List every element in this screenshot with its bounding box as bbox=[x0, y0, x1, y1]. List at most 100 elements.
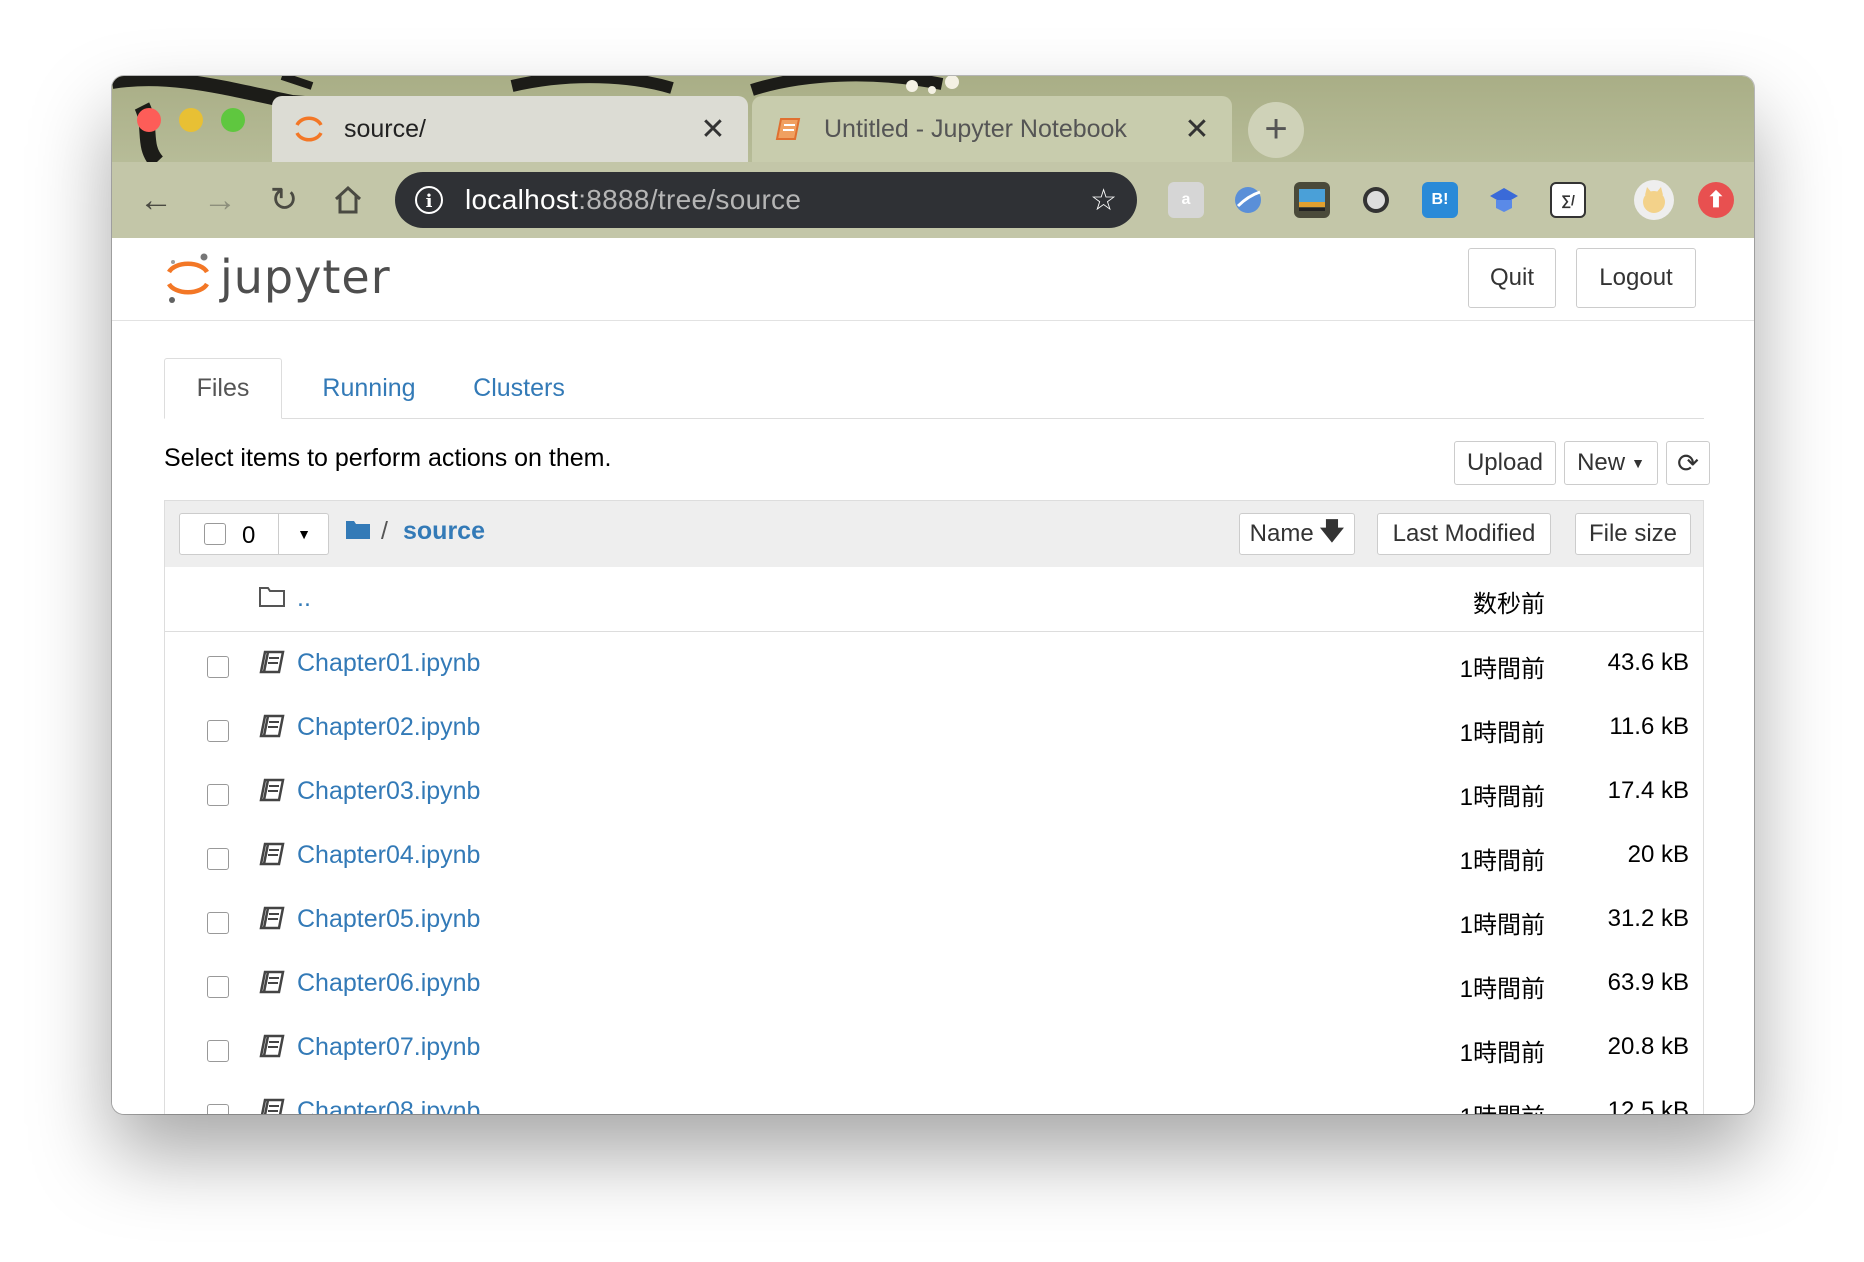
close-tab-icon[interactable]: ✕ bbox=[698, 112, 728, 147]
last-modified: 1時間前 bbox=[1459, 912, 1545, 939]
file-name-link[interactable]: Chapter04.ipynb bbox=[297, 841, 480, 870]
list-item[interactable]: Chapter02.ipynb 1時間前 11.6 kB bbox=[165, 696, 1703, 761]
tab-clusters[interactable]: Clusters bbox=[464, 358, 574, 418]
file-name-link[interactable]: Chapter07.ipynb bbox=[297, 1033, 480, 1062]
tab-bar: source/ ✕ Untitled - Jupyter Notebook ✕ … bbox=[112, 76, 1754, 162]
caret-down-icon: ▼ bbox=[1631, 455, 1645, 471]
list-item[interactable]: Chapter04.ipynb 1時間前 20 kB bbox=[165, 824, 1703, 889]
select-all-checkbox[interactable] bbox=[204, 523, 226, 545]
file-size: 17.4 kB bbox=[1607, 777, 1689, 804]
forward-icon[interactable]: → bbox=[200, 180, 240, 220]
list-item[interactable]: Chapter01.ipynb 1時間前 43.6 kB bbox=[165, 632, 1703, 697]
file-size: 12.5 kB bbox=[1607, 1097, 1689, 1114]
logout-button[interactable]: Logout bbox=[1576, 248, 1696, 308]
notebook-icon bbox=[259, 714, 285, 740]
extension-a-icon[interactable]: a bbox=[1168, 182, 1204, 218]
file-name-link[interactable]: Chapter01.ipynb bbox=[297, 649, 480, 678]
list-item[interactable]: Chapter03.ipynb 1時間前 17.4 kB bbox=[165, 760, 1703, 825]
close-window-button[interactable] bbox=[137, 108, 161, 132]
extension-picture-icon[interactable] bbox=[1294, 182, 1330, 218]
file-name-link[interactable]: Chapter03.ipynb bbox=[297, 777, 480, 806]
arrow-down-icon: 🡇 bbox=[1319, 517, 1345, 545]
folder-icon[interactable] bbox=[345, 518, 371, 545]
extension-globe-icon[interactable] bbox=[1230, 182, 1266, 218]
last-modified: 1時間前 bbox=[1459, 976, 1545, 1003]
notebook-icon bbox=[259, 906, 285, 932]
file-size: 11.6 kB bbox=[1609, 713, 1689, 740]
extension-sigma-icon[interactable]: ∑/ bbox=[1550, 182, 1586, 218]
home-icon[interactable] bbox=[328, 180, 368, 220]
last-modified: 1時間前 bbox=[1459, 720, 1545, 747]
minimize-window-button[interactable] bbox=[179, 108, 203, 132]
item-checkbox[interactable] bbox=[207, 1104, 229, 1114]
bookmark-star-icon[interactable]: ☆ bbox=[1090, 183, 1117, 218]
url-text[interactable]: localhost:8888/tree/source bbox=[465, 184, 1090, 216]
quit-button[interactable]: Quit bbox=[1468, 248, 1556, 308]
item-checkbox[interactable] bbox=[207, 784, 229, 806]
select-all-group[interactable]: 0 ▼ bbox=[179, 513, 329, 555]
jupyter-header: jupyter Quit Logout bbox=[112, 238, 1754, 321]
upload-button[interactable]: Upload bbox=[1454, 441, 1556, 485]
extension-hatena-icon[interactable]: B! bbox=[1422, 182, 1458, 218]
notebook-favicon-icon bbox=[772, 112, 806, 146]
refresh-icon: ⟳ bbox=[1677, 447, 1699, 478]
list-item[interactable]: Chapter07.ipynb 1時間前 20.8 kB bbox=[165, 1016, 1703, 1081]
file-name-link[interactable]: Chapter08.ipynb bbox=[297, 1097, 480, 1114]
item-checkbox[interactable] bbox=[207, 656, 229, 678]
sort-file-size-button[interactable]: File size bbox=[1575, 513, 1691, 555]
file-size: 63.9 kB bbox=[1607, 969, 1689, 996]
new-tab-button[interactable]: + bbox=[1248, 102, 1304, 158]
notebook-icon bbox=[259, 1034, 285, 1060]
site-info-icon[interactable]: i bbox=[415, 186, 443, 214]
list-item-parent[interactable]: .. 数秒前 bbox=[165, 567, 1703, 632]
address-bar[interactable]: i localhost:8888/tree/source ☆ bbox=[395, 172, 1137, 228]
item-checkbox[interactable] bbox=[207, 912, 229, 934]
notebook-icon bbox=[259, 970, 285, 996]
last-modified: 1時間前 bbox=[1459, 848, 1545, 875]
close-tab-icon[interactable]: ✕ bbox=[1182, 112, 1212, 147]
refresh-button[interactable]: ⟳ bbox=[1666, 441, 1710, 485]
list-item[interactable]: Chapter05.ipynb 1時間前 31.2 kB bbox=[165, 888, 1703, 953]
item-checkbox[interactable] bbox=[207, 848, 229, 870]
reload-icon[interactable]: ↻ bbox=[264, 180, 304, 220]
browser-window: source/ ✕ Untitled - Jupyter Notebook ✕ … bbox=[112, 76, 1754, 1114]
sort-name-label: Name bbox=[1249, 520, 1314, 547]
tab-running[interactable]: Running bbox=[314, 358, 424, 418]
tab-files[interactable]: Files bbox=[164, 358, 282, 419]
last-modified: 1時間前 bbox=[1460, 1097, 1545, 1114]
sort-last-modified-button[interactable]: Last Modified bbox=[1377, 513, 1551, 555]
select-items-message: Select items to perform actions on them. bbox=[164, 444, 612, 472]
last-modified: 1時間前 bbox=[1459, 656, 1545, 683]
select-dropdown-icon[interactable]: ▼ bbox=[278, 514, 329, 554]
list-item[interactable]: Chapter06.ipynb 1時間前 63.9 kB bbox=[165, 952, 1703, 1017]
maximize-window-button[interactable] bbox=[221, 108, 245, 132]
jupyter-logo[interactable]: jupyter bbox=[164, 248, 391, 306]
file-name-link[interactable]: Chapter05.ipynb bbox=[297, 905, 480, 934]
extension-graduation-icon[interactable] bbox=[1486, 182, 1522, 218]
new-dropdown-button[interactable]: New ▼ bbox=[1564, 441, 1658, 485]
item-checkbox[interactable] bbox=[207, 720, 229, 742]
update-arrow-icon[interactable]: ⬆ bbox=[1698, 182, 1734, 218]
jupyter-page: jupyter Quit Logout Files Running Cluste… bbox=[112, 238, 1754, 1114]
selected-count: 0 bbox=[242, 522, 256, 549]
browser-tab-title: Untitled - Jupyter Notebook bbox=[824, 114, 1127, 143]
file-size: 20 kB bbox=[1627, 841, 1689, 868]
item-checkbox[interactable] bbox=[207, 976, 229, 998]
browser-tab-active[interactable]: source/ ✕ bbox=[272, 96, 748, 162]
folder-outline-icon bbox=[259, 585, 285, 611]
file-name-link[interactable]: Chapter02.ipynb bbox=[297, 713, 480, 742]
jupyter-logo-text: jupyter bbox=[220, 250, 391, 304]
notebook-icon bbox=[259, 1098, 285, 1114]
item-checkbox[interactable] bbox=[207, 1040, 229, 1062]
profile-avatar-icon[interactable] bbox=[1634, 180, 1674, 220]
list-item[interactable]: Chapter08.ipynb 1時間前 12.5 kB bbox=[165, 1080, 1703, 1114]
back-icon[interactable]: ← bbox=[136, 180, 176, 220]
browser-tab-inactive[interactable]: Untitled - Jupyter Notebook ✕ bbox=[752, 96, 1232, 162]
parent-directory-link[interactable]: .. bbox=[297, 584, 311, 613]
file-name-link[interactable]: Chapter06.ipynb bbox=[297, 969, 480, 998]
breadcrumb-separator: / bbox=[381, 517, 388, 545]
extension-circle-icon[interactable] bbox=[1358, 182, 1394, 218]
sort-name-button[interactable]: Name 🡇 bbox=[1239, 513, 1355, 555]
breadcrumb-source[interactable]: source bbox=[403, 517, 485, 546]
notebook-icon bbox=[259, 778, 285, 804]
